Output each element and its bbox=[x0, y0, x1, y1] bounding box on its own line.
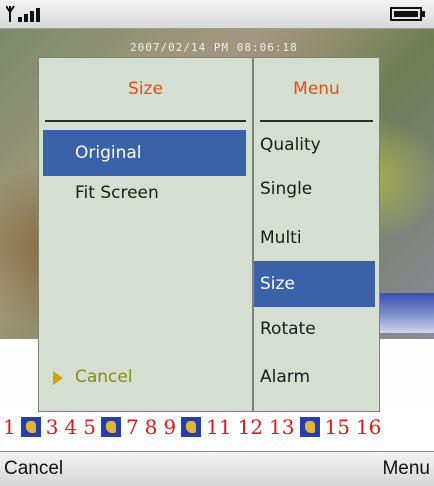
thumbnail-number[interactable]: 15 bbox=[322, 415, 353, 439]
size-submenu-divider bbox=[45, 120, 246, 122]
dog-thumbnail-icon[interactable] bbox=[100, 417, 121, 437]
thumbnail-number[interactable]: 4 bbox=[61, 415, 80, 439]
thumbnail-number[interactable]: 11 bbox=[203, 415, 234, 439]
signal-strength-icon bbox=[6, 5, 40, 22]
main-menu: Menu Quality Single Multi Size Rotate Al… bbox=[253, 57, 380, 412]
thumbnail-number[interactable]: 9 bbox=[160, 415, 179, 439]
dog-thumbnail-icon[interactable] bbox=[299, 417, 320, 437]
thumbnail-number[interactable]: 13 bbox=[266, 415, 297, 439]
menu-item-size[interactable]: Size bbox=[254, 261, 375, 307]
thumbnail-number[interactable]: 7 bbox=[123, 415, 142, 439]
main-menu-title: Menu bbox=[293, 79, 340, 99]
battery-icon bbox=[390, 7, 425, 21]
size-cancel-label: Cancel bbox=[75, 367, 133, 387]
thumbnail-number[interactable]: 16 bbox=[353, 415, 384, 439]
preview-detail bbox=[380, 293, 434, 333]
menu-item-rotate[interactable]: Rotate bbox=[254, 306, 379, 352]
thumbnail-number[interactable]: 8 bbox=[142, 415, 161, 439]
size-cancel-item[interactable]: Cancel bbox=[39, 354, 252, 400]
softkey-bar: Cancel Menu bbox=[0, 451, 434, 486]
status-bar bbox=[0, 0, 434, 29]
menu-item-alarm[interactable]: Alarm bbox=[254, 354, 379, 400]
thumbnail-number[interactable]: 12 bbox=[235, 415, 266, 439]
thumbnail-number[interactable]: 3 bbox=[43, 415, 62, 439]
menu-item-quality[interactable]: Quality bbox=[254, 122, 379, 168]
menu-item-multi[interactable]: Multi bbox=[254, 215, 379, 261]
size-submenu: Size Original Fit Screen Cancel bbox=[38, 57, 253, 412]
menu-softkey[interactable]: Menu bbox=[382, 458, 430, 480]
thumbnail-number[interactable]: 5 bbox=[80, 415, 99, 439]
cancel-softkey[interactable]: Cancel bbox=[4, 458, 63, 480]
thumbnail-strip: 1 3 4 5 7 8 9 11 12 13 15 16 bbox=[0, 410, 434, 444]
thumbnail-number[interactable]: 1 bbox=[0, 415, 19, 439]
dog-thumbnail-icon[interactable] bbox=[20, 417, 41, 437]
photo-timestamp: 2007/02/14 PM 08:06:18 bbox=[130, 41, 298, 54]
size-option-fit-screen[interactable]: Fit Screen bbox=[39, 170, 252, 216]
size-submenu-title: Size bbox=[128, 79, 163, 99]
menu-item-single[interactable]: Single bbox=[254, 166, 379, 212]
arrow-right-icon bbox=[53, 371, 63, 385]
dog-thumbnail-icon[interactable] bbox=[181, 417, 202, 437]
